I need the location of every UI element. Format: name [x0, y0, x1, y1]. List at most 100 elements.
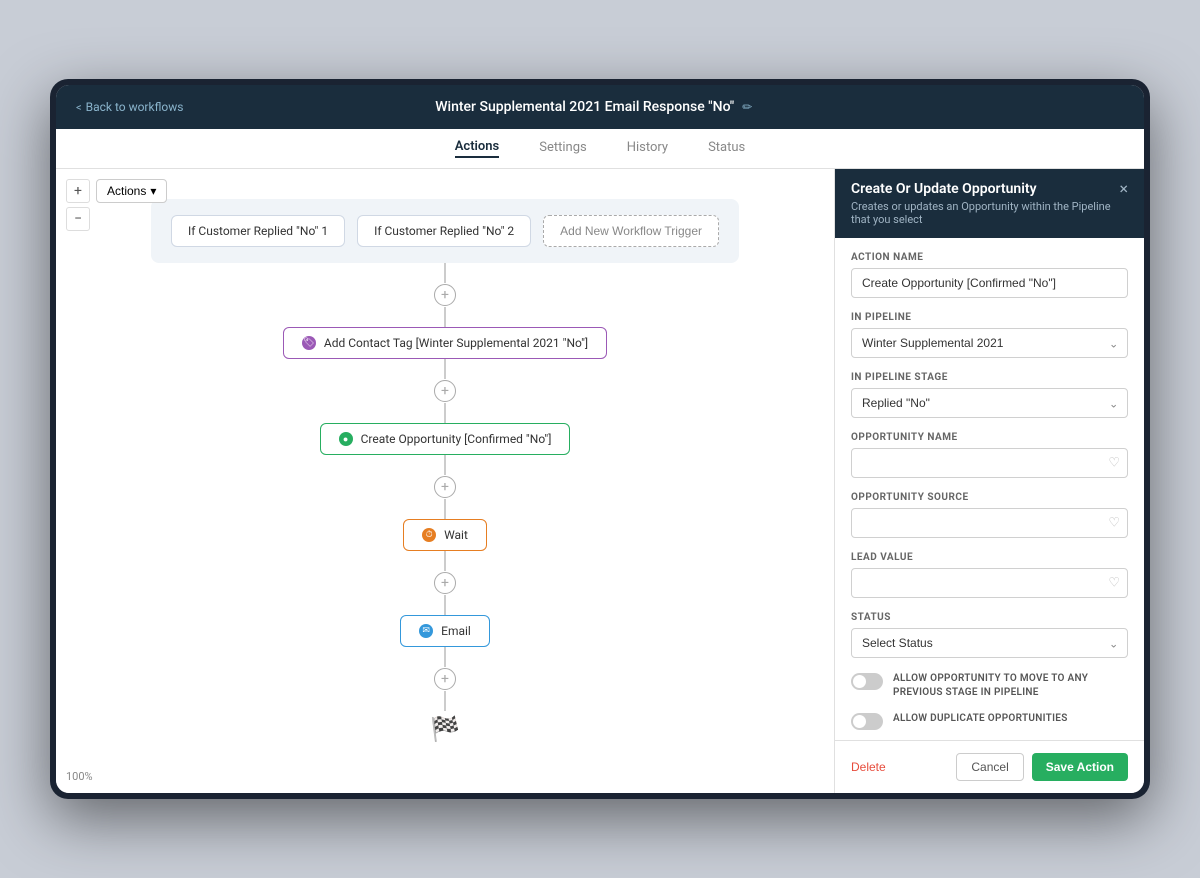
actions-button[interactable]: Actions ▾ [96, 179, 167, 203]
vline-4 [444, 403, 446, 423]
in-pipeline-select[interactable]: Winter Supplemental 2021 [851, 328, 1128, 358]
tab-status[interactable]: Status [708, 140, 745, 157]
zoom-in-button[interactable]: + [66, 179, 90, 203]
wait-icon: ⏱ [422, 528, 436, 542]
connector-circle-1: + [434, 284, 456, 306]
add-trigger-button[interactable]: Add New Workflow Trigger [543, 215, 719, 247]
lead-value-input[interactable] [851, 568, 1128, 598]
trigger-row: If Customer Replied "No" 1 If Customer R… [151, 199, 739, 263]
panel-header: Create Or Update Opportunity Creates or … [835, 169, 1144, 238]
toggle-1[interactable] [851, 673, 883, 690]
trigger-node-1[interactable]: If Customer Replied "No" 1 [171, 215, 345, 247]
save-action-button[interactable]: Save Action [1032, 753, 1128, 781]
trigger-node-2[interactable]: If Customer Replied "No" 2 [357, 215, 531, 247]
opportunity-node[interactable]: ● Create Opportunity [Confirmed "No"] [320, 423, 571, 455]
zoom-out-button[interactable]: − [66, 207, 90, 231]
toggle-2-label: ALLOW DUPLICATE OPPORTUNITIES [893, 712, 1068, 726]
vline-3 [444, 359, 446, 379]
opportunity-icon: ● [339, 432, 353, 446]
wait-node-label: Wait [444, 528, 468, 542]
actions-dropdown: Actions ▾ [96, 179, 167, 203]
panel-title: Create Or Update Opportunity [851, 181, 1119, 197]
action-name-input[interactable] [851, 268, 1128, 298]
pipeline-stage-label: IN PIPELINE STAGE [851, 372, 1128, 383]
top-bar: Back to workflows Winter Supplemental 20… [56, 85, 1144, 129]
finish-flag: 🏁 [430, 715, 460, 743]
workflow-content: If Customer Replied "No" 1 If Customer R… [56, 179, 834, 779]
lead-value-group: LEAD VALUE ♡ [851, 552, 1128, 598]
pipeline-stage-select[interactable]: Replied "No" [851, 388, 1128, 418]
tab-actions[interactable]: Actions [455, 139, 500, 158]
pipeline-stage-select-wrapper: Replied "No" [851, 388, 1128, 418]
opportunity-source-group: OPPORTUNITY SOURCE ♡ [851, 492, 1128, 538]
opportunity-name-group: OPPORTUNITY NAME ♡ [851, 432, 1128, 478]
opportunity-source-input[interactable] [851, 508, 1128, 538]
opportunity-name-input[interactable] [851, 448, 1128, 478]
connector-3[interactable]: + [433, 475, 457, 499]
toggle-2-row: ALLOW DUPLICATE OPPORTUNITIES [851, 712, 1128, 730]
toggle-1-label: ALLOW OPPORTUNITY TO MOVE TO ANY PREVIOU… [893, 672, 1128, 700]
email-icon: ✉ [419, 624, 433, 638]
app-container: Back to workflows Winter Supplemental 20… [56, 85, 1144, 793]
panel-footer: Delete Cancel Save Action [835, 740, 1144, 793]
in-pipeline-select-wrapper: Winter Supplemental 2021 [851, 328, 1128, 358]
panel-body: ACTION NAME IN PIPELINE Winter Supplemen… [835, 238, 1144, 740]
back-to-workflows[interactable]: Back to workflows [76, 100, 183, 114]
panel-header-text: Create Or Update Opportunity Creates or … [851, 181, 1119, 226]
tab-bar: Actions Settings History Status [56, 129, 1144, 169]
tab-settings[interactable]: Settings [539, 140, 586, 157]
workflow-canvas[interactable]: + − Actions ▾ 100% If Customer Replied "… [56, 169, 834, 793]
vline-7 [444, 551, 446, 571]
lead-value-icon: ♡ [1108, 576, 1120, 591]
email-node[interactable]: ✉ Email [400, 615, 490, 647]
tag-node-label: Add Contact Tag [Winter Supplemental 202… [324, 336, 588, 350]
status-group: STATUS Select Status [851, 612, 1128, 658]
connector-4[interactable]: + [433, 571, 457, 595]
connector-2[interactable]: + [433, 379, 457, 403]
vline-9 [444, 647, 446, 667]
connector-circle-4: + [434, 572, 456, 594]
opportunity-name-icon: ♡ [1108, 456, 1120, 471]
status-select-wrapper: Select Status [851, 628, 1128, 658]
tab-history[interactable]: History [627, 140, 668, 157]
opportunity-source-icon: ♡ [1108, 516, 1120, 531]
footer-right: Cancel Save Action [956, 753, 1128, 781]
panel-subtitle: Creates or updates an Opportunity within… [851, 200, 1119, 226]
device-frame: Back to workflows Winter Supplemental 20… [50, 79, 1150, 799]
vline-10 [444, 691, 446, 711]
lead-value-label: LEAD VALUE [851, 552, 1128, 563]
zoom-label: 100% [66, 770, 93, 783]
edit-icon[interactable]: ✏ [742, 100, 752, 114]
connector-circle-2: + [434, 380, 456, 402]
status-select[interactable]: Select Status [851, 628, 1128, 658]
connector-1[interactable]: + [433, 283, 457, 307]
toggle-2[interactable] [851, 713, 883, 730]
connector-5[interactable]: + [433, 667, 457, 691]
pipeline-stage-group: IN PIPELINE STAGE Replied "No" [851, 372, 1128, 418]
connector-circle-5: + [434, 668, 456, 690]
opportunity-name-input-wrapper: ♡ [851, 448, 1128, 478]
action-name-group: ACTION NAME [851, 252, 1128, 298]
action-name-label: ACTION NAME [851, 252, 1128, 263]
vline-1 [444, 263, 446, 283]
delete-button[interactable]: Delete [851, 760, 886, 774]
canvas-toolbar: + − [66, 179, 90, 231]
email-node-label: Email [441, 624, 471, 638]
actions-chevron-icon: ▾ [150, 184, 156, 198]
opportunity-source-label: OPPORTUNITY SOURCE [851, 492, 1128, 503]
lead-value-input-wrapper: ♡ [851, 568, 1128, 598]
panel-close-button[interactable]: × [1119, 179, 1128, 198]
tag-node[interactable]: 🏷 Add Contact Tag [Winter Supplemental 2… [283, 327, 607, 359]
status-label: STATUS [851, 612, 1128, 623]
wait-node[interactable]: ⏱ Wait [403, 519, 487, 551]
in-pipeline-label: IN PIPELINE [851, 312, 1128, 323]
vline-6 [444, 499, 446, 519]
tag-icon: 🏷 [302, 336, 316, 350]
actions-label: Actions [107, 184, 146, 198]
connector-circle-3: + [434, 476, 456, 498]
opportunity-source-input-wrapper: ♡ [851, 508, 1128, 538]
vline-8 [444, 595, 446, 615]
vline-2 [444, 307, 446, 327]
vline-5 [444, 455, 446, 475]
cancel-button[interactable]: Cancel [956, 753, 1023, 781]
